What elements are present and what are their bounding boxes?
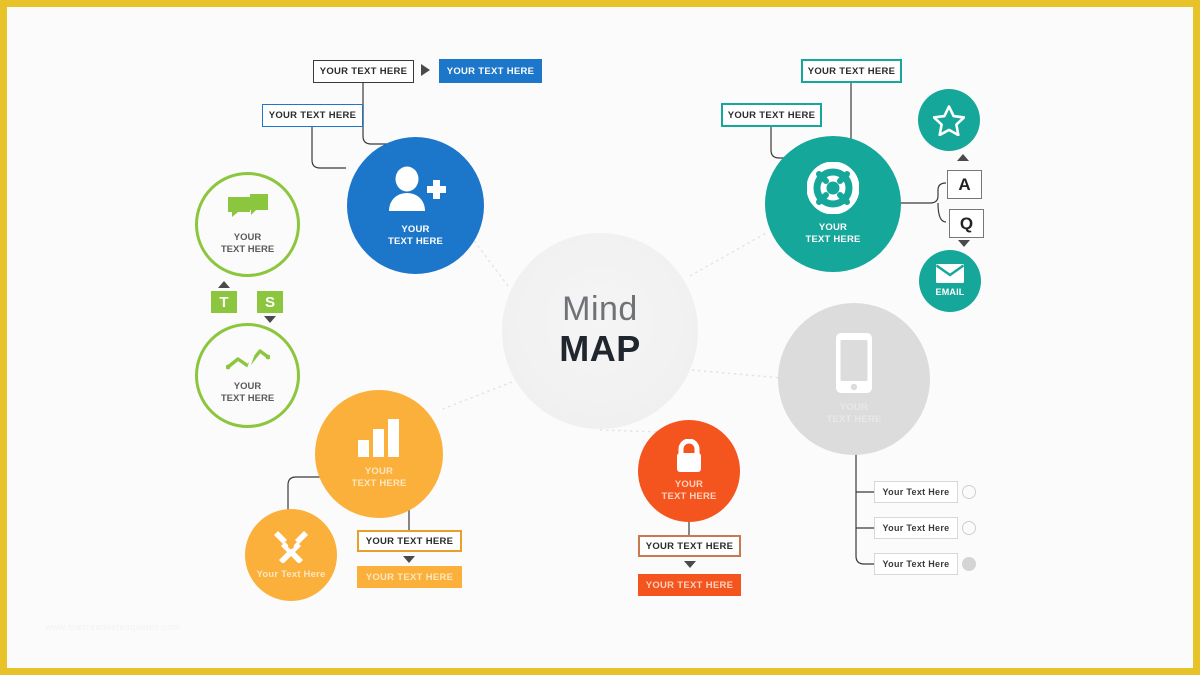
gray-item-1-label: Your Text Here [882,487,950,497]
teal-box-2[interactable]: YOUR TEXT HERE [721,103,822,127]
blue-circle-add-user[interactable]: YOUR TEXT HERE [347,137,484,274]
orange-box-1-label: YOUR TEXT HERE [365,535,454,547]
orange-tools-caption: Your Text Here [256,569,326,581]
green-bottom-caption: YOUR TEXT HERE [220,380,275,404]
teal-box-1[interactable]: YOUR TEXT HERE [801,59,902,83]
envelope-icon [935,264,965,284]
teal-box-2-label: YOUR TEXT HERE [727,109,816,121]
blue-box-3[interactable]: YOUR TEXT HERE [262,104,363,127]
teal-letter-q-label: Q [959,213,974,233]
green-badge-s-label: S [264,293,275,311]
user-plus-icon [388,166,446,211]
center-title-light: Mind [562,290,638,329]
teal-letter-a[interactable]: A [947,170,982,199]
teal-box-1-label: YOUR TEXT HERE [807,65,896,77]
red-box-2-label: YOUR TEXT HERE [645,579,734,591]
star-icon [933,104,965,136]
watermark: www.thecreativetemplates.com [45,622,181,632]
arrow-right-icon [421,64,430,76]
blue-box-1[interactable]: YOUR TEXT HERE [313,60,414,83]
teal-letter-a-label: A [958,174,971,194]
tools-icon [274,531,308,564]
green-badge-t-label: T [219,293,229,311]
red-box-1-label: YOUR TEXT HERE [645,540,734,552]
orange-circle-caption: YOUR TEXT HERE [351,466,407,489]
blue-circle-caption: YOUR TEXT HERE [387,223,444,247]
center-node[interactable]: Mind MAP [502,233,698,429]
red-box-2[interactable]: YOUR TEXT HERE [638,574,741,596]
mind-map-slide: Mind MAP YOUR TEXT HERE YOUR TEXT HERE Y… [0,0,1200,675]
orange-circle-bar-chart[interactable]: YOUR TEXT HERE [315,390,443,518]
orange-box-2[interactable]: YOUR TEXT HERE [357,566,462,588]
teal-email-label: EMAIL [935,287,965,298]
triangle-down-icon [958,240,970,247]
blue-box-2[interactable]: YOUR TEXT HERE [439,59,542,83]
gray-bullet-1[interactable] [962,485,976,499]
bar-chart-icon [358,419,399,458]
green-top-caption: YOUR TEXT HERE [220,231,275,255]
blue-box-2-label: YOUR TEXT HERE [446,65,535,77]
gray-circle-caption: YOUR TEXT HERE [826,402,882,425]
gray-item-3-label: Your Text Here [882,559,950,569]
green-badge-s[interactable]: S [257,291,283,313]
blue-box-1-label: YOUR TEXT HERE [319,66,408,77]
red-circle-caption: YOUR TEXT HERE [661,479,717,502]
gray-item-3[interactable]: Your Text Here [874,553,958,575]
red-box-1[interactable]: YOUR TEXT HERE [638,535,741,557]
orange-circle-tools[interactable]: Your Text Here [245,509,337,601]
teal-circle-email[interactable]: EMAIL [919,250,981,312]
green-circle-chat[interactable]: YOUR TEXT HERE [195,172,300,277]
triangle-down-icon [684,561,696,568]
green-circle-chart[interactable]: YOUR TEXT HERE [195,323,300,428]
lock-icon [677,439,701,473]
green-badge-t[interactable]: T [211,291,237,313]
teal-circle-caption: YOUR TEXT HERE [805,222,861,245]
gray-circle-mobile[interactable]: YOUR TEXT HERE [778,303,930,455]
gray-item-2[interactable]: Your Text Here [874,517,958,539]
triangle-up-icon [218,281,230,288]
teal-circle-support[interactable]: YOUR TEXT HERE [765,136,901,272]
triangle-up-icon [957,154,969,161]
teal-circle-star[interactable] [918,89,980,151]
triangle-down-icon [264,316,276,323]
line-chart-icon [225,346,270,373]
gray-bullet-3[interactable] [962,557,976,571]
red-circle-lock[interactable]: YOUR TEXT HERE [638,420,740,522]
teal-letter-q[interactable]: Q [949,209,984,238]
chat-bubbles-icon [227,193,268,217]
center-title-bold: MAP [559,328,641,370]
smartphone-icon [836,333,872,394]
orange-box-2-label: YOUR TEXT HERE [365,571,454,583]
lifebuoy-icon [807,162,859,215]
orange-box-1[interactable]: YOUR TEXT HERE [357,530,462,552]
gray-bullet-2[interactable] [962,521,976,535]
triangle-down-icon [403,556,415,563]
gray-item-1[interactable]: Your Text Here [874,481,958,503]
gray-item-2-label: Your Text Here [882,523,950,533]
blue-box-3-label: YOUR TEXT HERE [268,110,357,121]
